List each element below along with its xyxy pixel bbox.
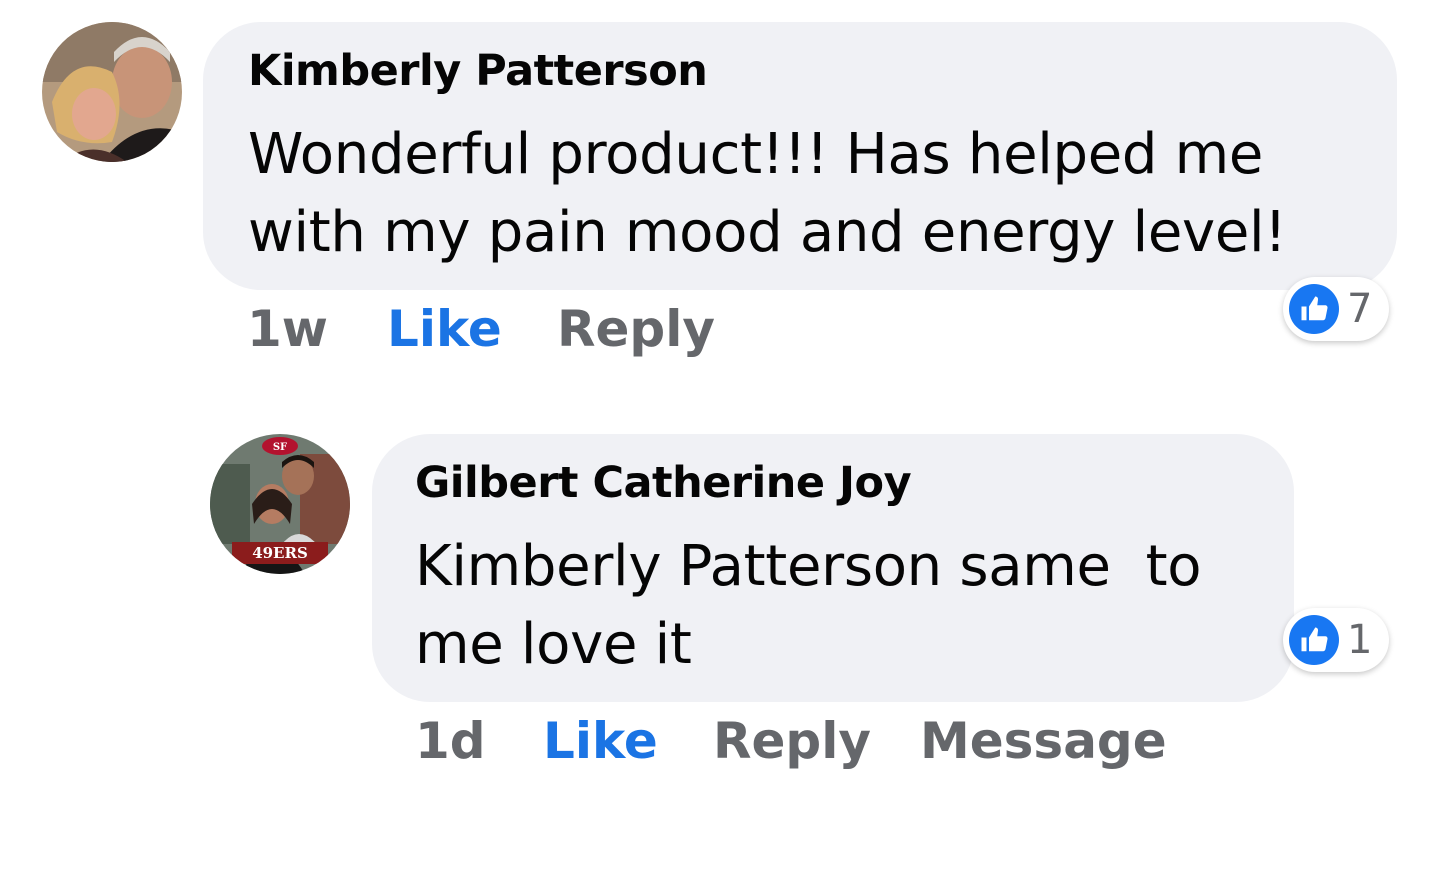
logo-text: SF <box>273 442 287 453</box>
logo-text: 49ERS <box>252 544 308 562</box>
comment-bubble: Kimberly Patterson Wonderful product!!! … <box>203 22 1397 290</box>
reply-author[interactable]: Gilbert Catherine Joy <box>415 458 912 508</box>
reply-avatar[interactable]: 49ERS SF <box>210 434 350 574</box>
reply-text: Kimberly Patterson same to me love it <box>415 534 1202 677</box>
thumbs-up-icon <box>1289 284 1339 334</box>
reaction-count: 1 <box>1347 617 1373 663</box>
reply-button[interactable]: Reply <box>713 712 871 770</box>
reply-timestamp[interactable]: 1d <box>415 712 486 770</box>
reaction-count-badge[interactable]: 7 <box>1283 277 1389 341</box>
commenter-avatar[interactable] <box>42 22 182 162</box>
comment-text: Wonderful product!!! Has helped me with … <box>248 122 1287 265</box>
thumbs-up-icon <box>1289 615 1339 665</box>
reaction-count: 7 <box>1347 286 1373 332</box>
message-button[interactable]: Message <box>920 712 1167 770</box>
like-button[interactable]: Like <box>543 712 658 770</box>
like-button[interactable]: Like <box>387 300 502 358</box>
reply-button[interactable]: Reply <box>557 300 715 358</box>
comment-timestamp[interactable]: 1w <box>247 300 328 358</box>
avatar-photo: 49ERS SF <box>210 434 350 574</box>
reaction-count-badge[interactable]: 1 <box>1283 608 1389 672</box>
reply-bubble: Gilbert Catherine Joy Kimberly Patterson… <box>372 434 1294 702</box>
comment-author[interactable]: Kimberly Patterson <box>248 46 708 96</box>
avatar-photo <box>42 22 182 162</box>
